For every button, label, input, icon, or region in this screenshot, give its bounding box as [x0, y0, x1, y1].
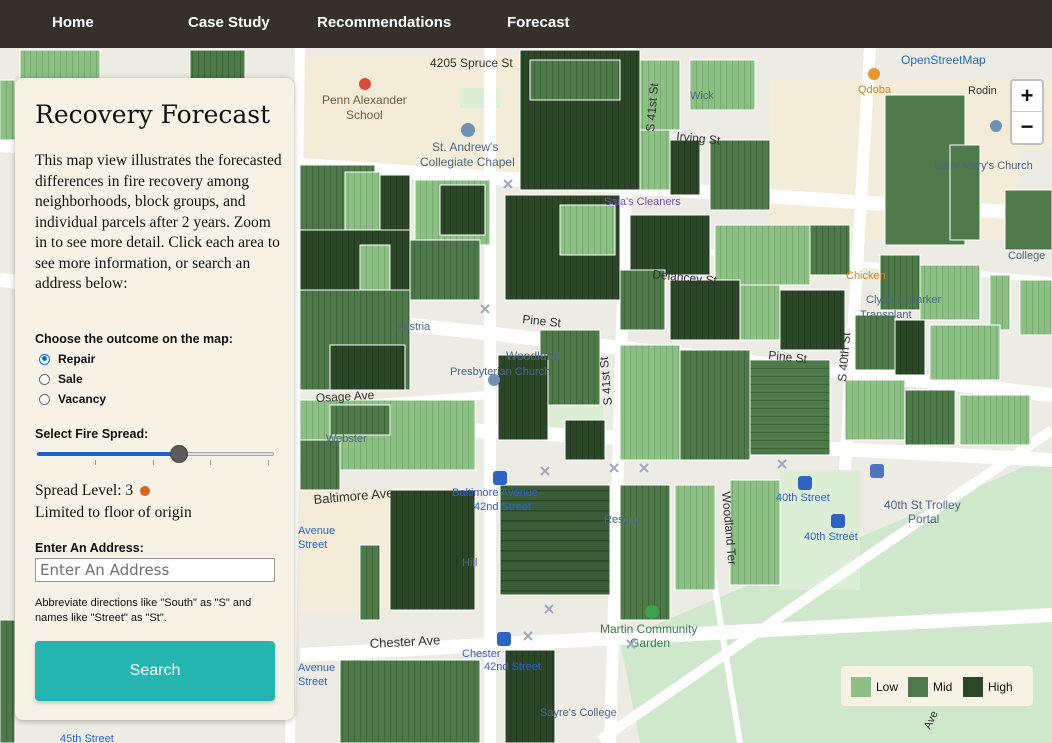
label-avenue-left-2: Avenue [298, 662, 335, 674]
slider-tick [210, 460, 211, 465]
radio-sale-circle[interactable] [39, 373, 50, 385]
label-avenue-left: Avenue [298, 525, 335, 537]
slider-tick [95, 460, 96, 465]
spread-level-dot [140, 486, 151, 496]
label-40th-street-bottom: 40th Street [804, 531, 858, 543]
fire-spread-slider[interactable] [37, 445, 274, 465]
label-qdoba: Qdoba [858, 84, 892, 96]
spread-level: Spread Level: 3 [35, 482, 151, 500]
legend-swatch-mid [908, 677, 928, 697]
label-woodland: Woodland [506, 349, 560, 363]
nav-home[interactable]: Home [52, 14, 94, 31]
forecast-panel: Recovery Forecast This map view illustra… [15, 78, 294, 720]
label-portal: Portal [908, 512, 939, 526]
label-rescue: Rescue [604, 514, 641, 526]
label-saias: Saia's Cleaners [604, 196, 681, 208]
legend-item-mid: Mid [908, 677, 952, 697]
slider-thumb[interactable] [170, 445, 189, 463]
legend-label-mid: Mid [933, 680, 953, 694]
label-college-right: College [1008, 250, 1045, 262]
label-penn-alexander: Penn Alexander [322, 93, 407, 107]
address-input[interactable] [35, 558, 275, 582]
panel-description: This map view illustrates the forecasted… [35, 152, 282, 292]
legend-item-low: Low [851, 677, 898, 697]
top-navigation: Home Case Study Recommendations Forecast [0, 0, 1052, 48]
label-garden: Garden [630, 636, 670, 650]
radio-repair[interactable]: Repair [39, 350, 95, 368]
label-presbyterian: Presbyterian Church [450, 366, 550, 378]
radio-vacancy[interactable]: Vacancy [39, 390, 106, 408]
radio-vacancy-circle[interactable] [39, 393, 50, 405]
label-trolley: 40th St Trolley [884, 498, 961, 512]
attribution-link[interactable]: OpenStreetMap [901, 53, 986, 67]
slider-fill [37, 452, 180, 456]
label-spruce-st: 4205 Spruce St [430, 56, 513, 70]
zoom-out-button[interactable]: − [1012, 111, 1042, 142]
label-40th-street-top: 40th Street [776, 492, 830, 504]
label-austria: Austria [396, 321, 431, 333]
label-wick: Wick [690, 90, 714, 102]
label-street-left-2: Street [298, 676, 327, 688]
radio-sale-label: Sale [58, 372, 83, 386]
spread-label: Select Fire Spread: [35, 427, 149, 441]
legend-swatch-low [851, 677, 871, 697]
panel-title: Recovery Forecast [35, 100, 271, 129]
label-martin: Martin Community [600, 622, 697, 636]
zoom-in-button[interactable]: + [1012, 81, 1042, 111]
spread-description: Limited to floor of origin [35, 504, 192, 521]
address-label: Enter An Address: [35, 541, 144, 555]
nav-forecast[interactable]: Forecast [507, 14, 570, 31]
label-hill: Hill [462, 557, 477, 569]
legend-label-high: High [988, 680, 1013, 694]
zoom-control: + − [1010, 79, 1044, 145]
label-rodin: Rodin [968, 85, 997, 97]
radio-vacancy-label: Vacancy [58, 392, 107, 406]
radio-sale[interactable]: Sale [39, 370, 83, 388]
nav-recommendations[interactable]: Recommendations [317, 14, 451, 31]
label-school: School [346, 108, 383, 122]
legend-label-low: Low [876, 680, 899, 694]
label-transplant: Transplant [860, 309, 912, 321]
label-chester-42: Chester [462, 648, 501, 660]
label-chicken: Chicken [846, 270, 886, 282]
label-st-andrews: St. Andrew's [432, 140, 498, 154]
legend: Low Mid High [841, 666, 1033, 706]
label-baltimore-42: Baltimore Avenue [452, 487, 538, 499]
slider-tick [268, 460, 269, 465]
legend-item-high: High [963, 677, 1013, 697]
address-hint: Abbreviate directions like "South" as "S… [35, 597, 252, 624]
radio-repair-label: Repair [58, 352, 96, 366]
legend-swatch-high [963, 677, 983, 697]
outcome-label: Choose the outcome on the map: [35, 332, 233, 346]
label-clyde: Clyde F. Barker [866, 294, 942, 306]
label-college: Sayre's College [540, 707, 617, 719]
slider-tick [153, 460, 154, 465]
radio-repair-circle[interactable] [39, 353, 50, 365]
label-webster: Webster [326, 433, 367, 445]
search-button[interactable]: Search [35, 641, 275, 701]
nav-case-study[interactable]: Case Study [188, 14, 270, 31]
label-chester-42b: 42nd Street [484, 661, 541, 673]
label-street-bottom: 45th Street [60, 733, 114, 743]
label-baltimore-42b: 42nd Street [474, 501, 531, 513]
label-st-marys: Saint Mary's Church [934, 160, 1033, 172]
spread-level-text: Spread Level: 3 [35, 482, 134, 499]
label-collegiate-chapel: Collegiate Chapel [420, 155, 515, 169]
label-street-left: Street [298, 539, 327, 551]
